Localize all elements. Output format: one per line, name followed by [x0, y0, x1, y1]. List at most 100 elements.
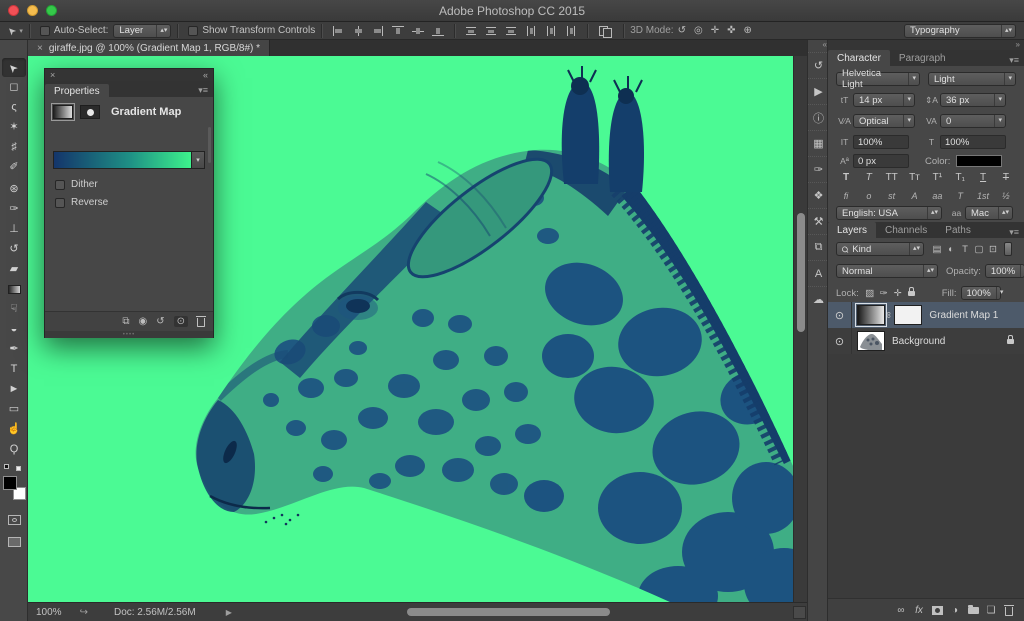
reverse-checkbox[interactable] [55, 198, 65, 208]
clip-to-layer-icon[interactable]: ⧉ [122, 316, 129, 327]
reset-adjustment-icon[interactable]: ↺ [156, 316, 164, 327]
font-style-dropdown[interactable]: Light ▾ [928, 72, 1016, 86]
add-layer-mask-icon[interactable] [928, 606, 946, 615]
status-menu-arrow-icon[interactable]: ▶ [226, 608, 232, 617]
eraser-tool-button[interactable]: ▰ [2, 260, 26, 279]
fill-dropdown[interactable]: 100% ▾ [961, 286, 1001, 300]
ordinals-button[interactable]: 1st [973, 191, 993, 201]
horizontal-scale-field[interactable]: 100% [940, 135, 1006, 149]
swash-button[interactable]: A [905, 191, 925, 201]
adjustment-layer-thumbnail[interactable] [857, 305, 885, 325]
tool-presets-panel-icon[interactable]: ⚒ [808, 208, 829, 234]
info-panel-icon[interactable]: ⓘ [808, 104, 829, 130]
fractions-button[interactable]: ½ [996, 191, 1016, 201]
align-right-edges-icon[interactable] [372, 26, 384, 36]
3d-orbit-icon[interactable]: ↺ [678, 25, 686, 36]
expand-dock-icon[interactable]: » [828, 40, 1024, 50]
history-brush-tool-button[interactable]: ↺ [2, 240, 26, 259]
swap-colors-icon[interactable] [16, 466, 21, 471]
panel-resize-grip[interactable]: •••• [45, 331, 213, 338]
previous-state-icon[interactable]: ◉ [138, 316, 147, 327]
filter-type-layers-icon[interactable]: T [958, 244, 972, 255]
tab-channels[interactable]: Channels [876, 222, 936, 238]
lock-position-icon[interactable]: ✛ [891, 288, 905, 299]
crop-tool-button[interactable]: ♯ [2, 138, 26, 157]
font-size-dropdown[interactable]: 14 px ▾ [853, 93, 915, 107]
distribute-vertical-centers-icon[interactable] [485, 26, 497, 36]
magic-wand-tool-button[interactable]: ✶ [2, 118, 26, 137]
contextual-alternates-button[interactable]: o [859, 191, 879, 201]
document-tab[interactable]: × giraffe.jpg @ 100% (Gradient Map 1, RG… [28, 40, 270, 56]
align-bottom-edges-icon[interactable] [432, 26, 444, 36]
kerning-dropdown[interactable]: Optical ▾ [853, 114, 915, 128]
layer-effects-icon[interactable]: fx [910, 605, 928, 616]
strikethrough-button[interactable]: T [996, 172, 1016, 183]
brush-panel-icon[interactable]: ✑ [808, 156, 829, 182]
properties-scrollbar[interactable] [208, 127, 211, 163]
smudge-tool-button[interactable]: ☟ [2, 300, 26, 319]
opacity-dropdown[interactable]: 100% ▾ [985, 264, 1024, 278]
align-vertical-centers-icon[interactable] [412, 26, 424, 36]
zoom-level[interactable]: 100% [36, 607, 62, 618]
vertical-scrollbar-thumb[interactable] [797, 213, 805, 332]
lasso-tool-button[interactable]: ς [2, 98, 26, 117]
collapse-dock-icon[interactable]: « [808, 40, 829, 51]
layer-visibility-icon[interactable]: ⊙ [828, 302, 852, 328]
new-adjustment-layer-icon[interactable]: ◑ [946, 605, 964, 616]
text-color-swatch[interactable] [956, 155, 1002, 167]
layer-comps-panel-icon[interactable]: ⧉ [808, 234, 829, 260]
quick-mask-button[interactable] [2, 510, 26, 529]
auto-select-checkbox[interactable] [40, 26, 50, 36]
layer-filter-dropdown[interactable]: Ϙ Kind ▴▾ [836, 242, 924, 256]
type-tool-button[interactable]: T [2, 360, 26, 379]
tab-layers[interactable]: Layers [828, 222, 876, 238]
layer-row-gradient-map[interactable]: ⊙ ∞ Gradient Map 1 [828, 302, 1024, 328]
3d-pan-icon[interactable]: ✛ [711, 25, 719, 36]
tab-paragraph[interactable]: Paragraph [890, 50, 955, 66]
gradient-preview[interactable] [53, 151, 192, 169]
clone-stamp-tool-button[interactable]: ⊥ [2, 220, 26, 239]
align-horizontal-centers-icon[interactable] [352, 26, 364, 36]
filter-smart-objects-icon[interactable]: ⊡ [986, 244, 1000, 255]
filter-pixel-layers-icon[interactable]: ▤ [930, 244, 944, 255]
show-transform-checkbox[interactable] [188, 26, 198, 36]
faux-italic-button[interactable]: T [859, 172, 879, 183]
foreground-color-swatch[interactable] [3, 476, 17, 490]
baseline-shift-field[interactable]: 0 px [853, 154, 909, 168]
align-top-edges-icon[interactable] [392, 26, 404, 36]
mask-link-icon[interactable]: ∞ [884, 312, 894, 318]
marquee-tool-button[interactable]: ◻ [2, 78, 26, 97]
tool-preset-caret-icon[interactable]: ▾ [19, 27, 23, 35]
new-group-icon[interactable] [964, 607, 982, 614]
vertical-scrollbar[interactable] [793, 56, 807, 602]
vertical-scale-field[interactable]: 100% [853, 135, 909, 149]
lock-pixels-icon[interactable]: ✑ [877, 288, 891, 299]
distribute-horizontal-centers-icon[interactable] [545, 26, 557, 36]
auto-select-dropdown[interactable]: Layer ▴▾ [113, 24, 171, 38]
faux-bold-button[interactable]: T [836, 172, 856, 183]
close-panel-icon[interactable]: × [50, 70, 55, 80]
filter-toggle-switch[interactable] [1004, 242, 1012, 256]
distribute-top-edges-icon[interactable] [465, 26, 477, 36]
ligatures-button[interactable]: fi [836, 191, 856, 201]
all-caps-button[interactable]: TT [882, 172, 902, 183]
new-layer-icon[interactable]: ❏ [982, 605, 1000, 616]
background-layer-thumbnail[interactable] [857, 331, 885, 351]
brush-presets-panel-icon[interactable]: ❖ [808, 182, 829, 208]
move-tool-button[interactable]: ➤ [2, 58, 26, 77]
3d-zoom-icon[interactable]: ⊕ [743, 25, 751, 36]
default-colors-icon[interactable] [4, 464, 9, 469]
lock-all-icon[interactable] [908, 291, 915, 296]
lock-transparent-icon[interactable]: ▨ [863, 288, 877, 299]
small-caps-button[interactable]: Tт [905, 172, 925, 183]
properties-panel-header[interactable]: × « [45, 69, 213, 81]
layer-name[interactable]: Gradient Map 1 [929, 310, 998, 321]
leading-dropdown[interactable]: 36 px ▾ [940, 93, 1006, 107]
actions-panel-icon[interactable]: ▶ [808, 78, 829, 104]
auto-align-layers-icon[interactable] [599, 26, 612, 36]
titling-alternates-button[interactable]: T [950, 191, 970, 201]
antialias-dropdown[interactable]: Mac ▴▾ [965, 206, 1013, 220]
superscript-button[interactable]: T¹ [927, 172, 947, 183]
eyedropper-tool-button[interactable]: ✐ [2, 158, 26, 177]
panel-menu-icon[interactable]: ▾≡ [198, 85, 213, 96]
